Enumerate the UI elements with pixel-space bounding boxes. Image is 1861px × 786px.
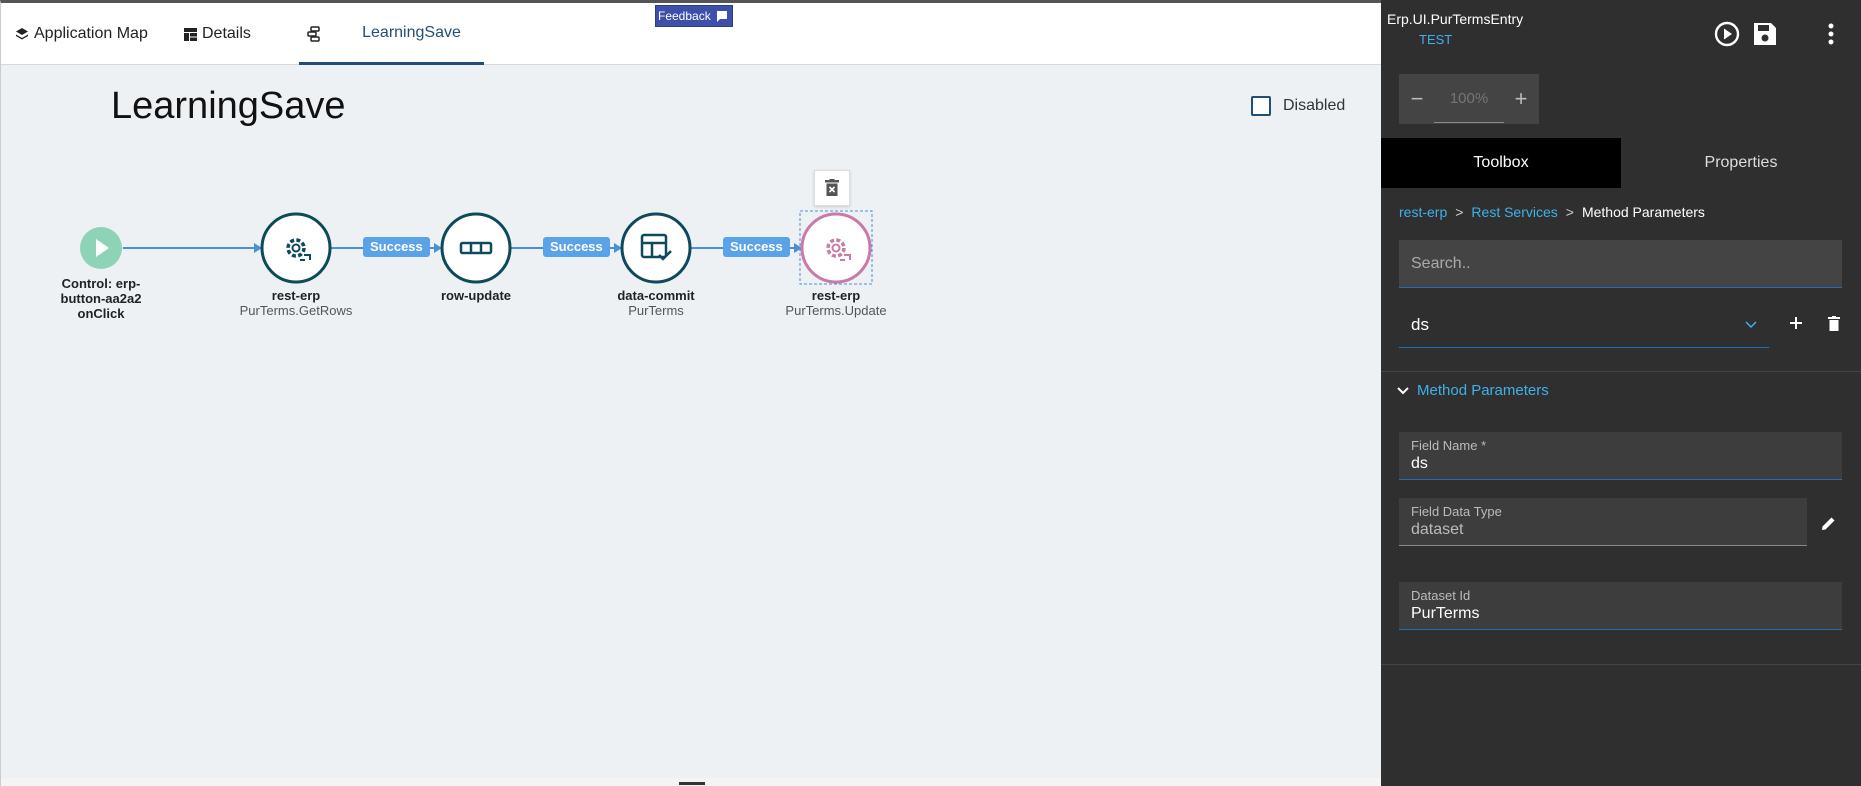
feedback-button[interactable]: Feedback [655,5,733,27]
section-title: Method Parameters [1417,382,1549,399]
start-node[interactable] [80,227,122,269]
tab-properties[interactable]: Properties [1621,138,1861,188]
divider [1381,664,1861,665]
panel-tabs: Toolbox Properties [1381,138,1861,188]
divider [1381,371,1861,372]
node-rest-erp-update[interactable] [800,212,872,284]
node-sub: PurTerms.Update [785,303,887,318]
layers-icon [16,28,28,40]
disabled-label: Disabled [1283,97,1346,114]
zoom-in-button[interactable]: + [1511,86,1531,112]
node-label: rest-erp PurTerms.GetRows [216,288,376,318]
node-label: data-commit PurTerms [576,288,736,318]
node-sub: PurTerms [628,303,684,318]
node-name: row-update [440,288,512,303]
node-data-commit[interactable] [620,212,692,284]
more-menu-button[interactable] [1817,16,1845,52]
breadcrumb-current: Method Parameters [1581,204,1705,220]
delete-parameter-button[interactable] [1820,309,1848,337]
breadcrumb: rest-erp > Rest Services > Method Parame… [1399,204,1705,220]
plus-icon [1790,317,1802,329]
success-badge: Success [543,237,610,257]
chevron-down-icon [1745,320,1757,328]
chat-flag-icon [716,10,727,22]
tab-details[interactable]: Details [184,3,251,65]
field-name-value: ds [1411,455,1428,472]
flow-title: LearningSave [111,85,346,127]
zoom-out-button[interactable]: − [1407,86,1427,112]
field-data-type-value: dataset [1411,521,1464,538]
table-icon [184,27,197,41]
zoom-input[interactable] [1434,75,1504,123]
flow-icon [307,3,328,65]
zoom-control: − + [1399,74,1539,124]
disabled-checkbox-box[interactable] [1251,96,1271,116]
parameter-select-value: ds [1411,314,1429,334]
start-node-label: Control: erp- button-aa2a2 onClick [41,276,161,321]
node-label: row-update [396,288,556,303]
panel-environment: TEST [1419,32,1453,47]
start-node-label-line2: button-aa2a2 [60,291,142,306]
save-button[interactable] [1747,16,1783,52]
parameter-select[interactable]: ds [1399,302,1769,348]
method-parameters-section-header[interactable]: Method Parameters [1397,382,1549,399]
dataset-id-label: Dataset Id [1411,588,1471,603]
trash-icon [1828,315,1840,331]
main-area: Application Map Details LearningSave Fee… [0,0,1381,786]
right-panel: Erp.UI.PurTermsEntry TEST − + Toolbox Pr… [1381,0,1861,786]
tab-application-map[interactable]: Application Map [15,3,148,65]
add-parameter-button[interactable] [1782,309,1810,337]
feedback-label: Feedback [658,9,711,23]
resize-handle[interactable] [679,782,705,785]
success-badge: Success [363,237,430,257]
trash-x-icon [825,179,839,196]
field-data-type-input[interactable]: Field Data Type dataset [1399,498,1807,546]
node-rest-erp-getrows[interactable] [260,212,332,284]
field-name-label: Field Name * [1411,438,1487,453]
start-node-label-line1: Control: erp- [61,276,141,291]
tab-toolbox[interactable]: Toolbox [1381,138,1621,188]
play-circle-icon [1714,21,1740,47]
success-badge: Success [723,237,790,257]
panel-title: Erp.UI.PurTermsEntry [1387,11,1524,27]
dataset-id-input[interactable]: Dataset Id PurTerms [1399,582,1842,630]
node-name: data-commit [617,288,695,303]
node-row-update[interactable] [440,212,512,284]
breadcrumb-separator: > [1455,204,1464,220]
disabled-checkbox[interactable]: Disabled [1251,96,1345,116]
start-node-label-line3: onClick [77,306,125,321]
pencil-icon [1821,517,1834,530]
node-name: rest-erp [271,288,321,303]
search-input[interactable] [1399,240,1842,288]
tab-details-label: Details [202,25,251,42]
field-data-type-label: Field Data Type [1411,504,1502,519]
run-button[interactable] [1709,16,1745,52]
node-sub: PurTerms.GetRows [239,303,353,318]
tab-learningsave-label: LearningSave [362,23,461,41]
dataset-id-value: PurTerms [1411,605,1480,622]
field-name-input[interactable]: Field Name * ds [1399,432,1842,480]
breadcrumb-rest-services[interactable]: Rest Services [1471,204,1557,220]
breadcrumb-rest-erp[interactable]: rest-erp [1399,204,1447,220]
delete-node-button[interactable] [814,170,850,206]
tab-application-map-label: Application Map [34,25,148,42]
edit-data-type-button[interactable] [1814,509,1842,537]
node-name: rest-erp [811,288,861,303]
chevron-down-icon [1397,386,1409,394]
breadcrumb-separator: > [1565,204,1574,220]
more-vertical-icon [1828,23,1834,45]
node-label: rest-erp PurTerms.Update [756,288,916,318]
save-icon [1754,23,1776,45]
